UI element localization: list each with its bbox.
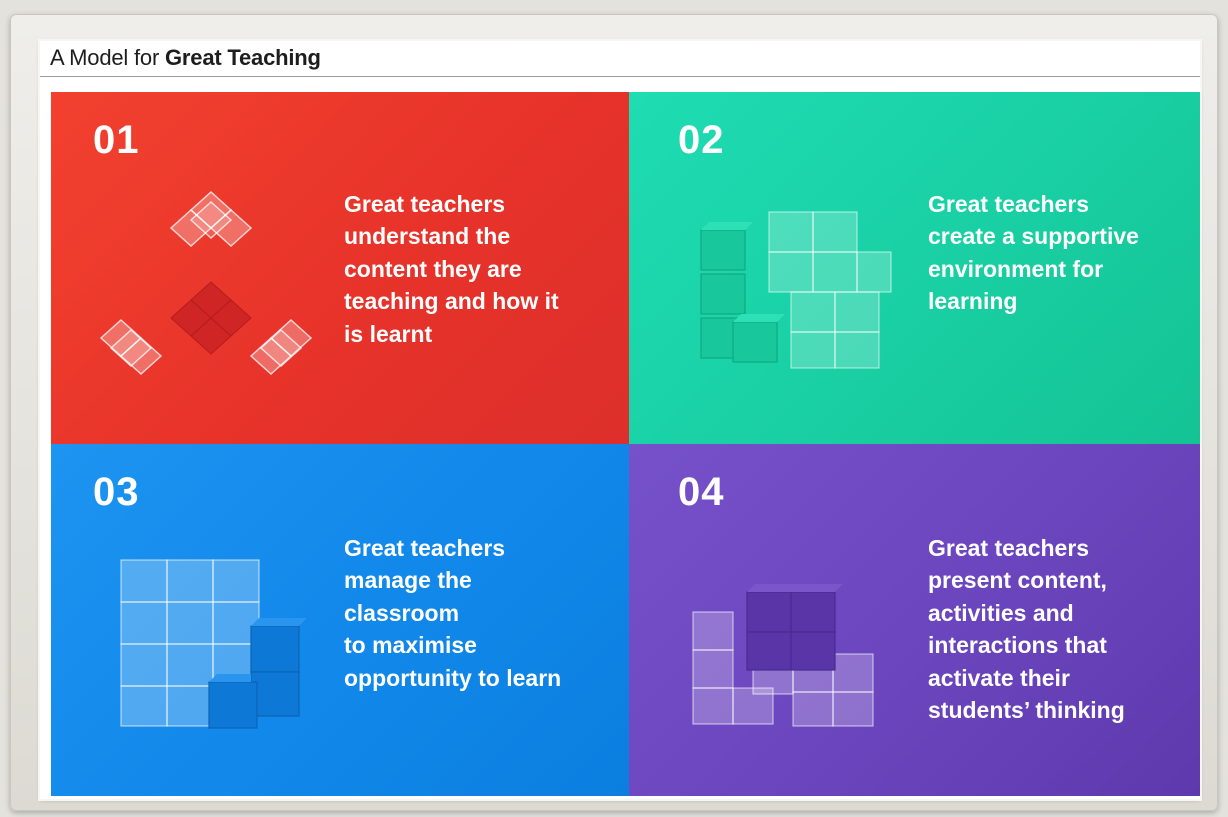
blue-cube-stack-icon bbox=[120, 559, 307, 729]
quadrant-number: 03 bbox=[93, 470, 140, 514]
quadrant-03: 03 Great teachers manage the classroom t… bbox=[51, 444, 629, 796]
quadrant-04: 04 Great teachers present content, activ… bbox=[629, 444, 1200, 796]
quadrant-number: 02 bbox=[678, 118, 725, 162]
title-bold: Great Teaching bbox=[165, 45, 321, 70]
title-bar: A Model for Great Teaching bbox=[40, 41, 1200, 77]
quadrant-text: Great teachers present content, activiti… bbox=[928, 535, 1125, 724]
quadrant-01: 01 Great teachers understand the content… bbox=[51, 92, 629, 444]
title-prefix: A Model for bbox=[50, 45, 160, 70]
page-title: A Model for Great Teaching bbox=[50, 45, 321, 71]
quadrant-number: 01 bbox=[93, 118, 140, 162]
transparent-and-red-cubes-icon bbox=[99, 190, 313, 376]
green-cube-stack-icon bbox=[700, 211, 892, 369]
quadrant-number: 04 bbox=[678, 470, 725, 514]
quadrant-text: Great teachers understand the content th… bbox=[344, 191, 559, 347]
quadrant-text: Great teachers manage the classroom to m… bbox=[344, 535, 562, 691]
purple-cube-stack-icon bbox=[692, 584, 874, 727]
quadrant-text: Great teachers create a supportive envir… bbox=[928, 191, 1139, 315]
quadrant-02: 02 Great teachers create a supportive en… bbox=[629, 92, 1200, 444]
slide: A Model for Great Teaching 01 Great teac… bbox=[40, 41, 1200, 799]
